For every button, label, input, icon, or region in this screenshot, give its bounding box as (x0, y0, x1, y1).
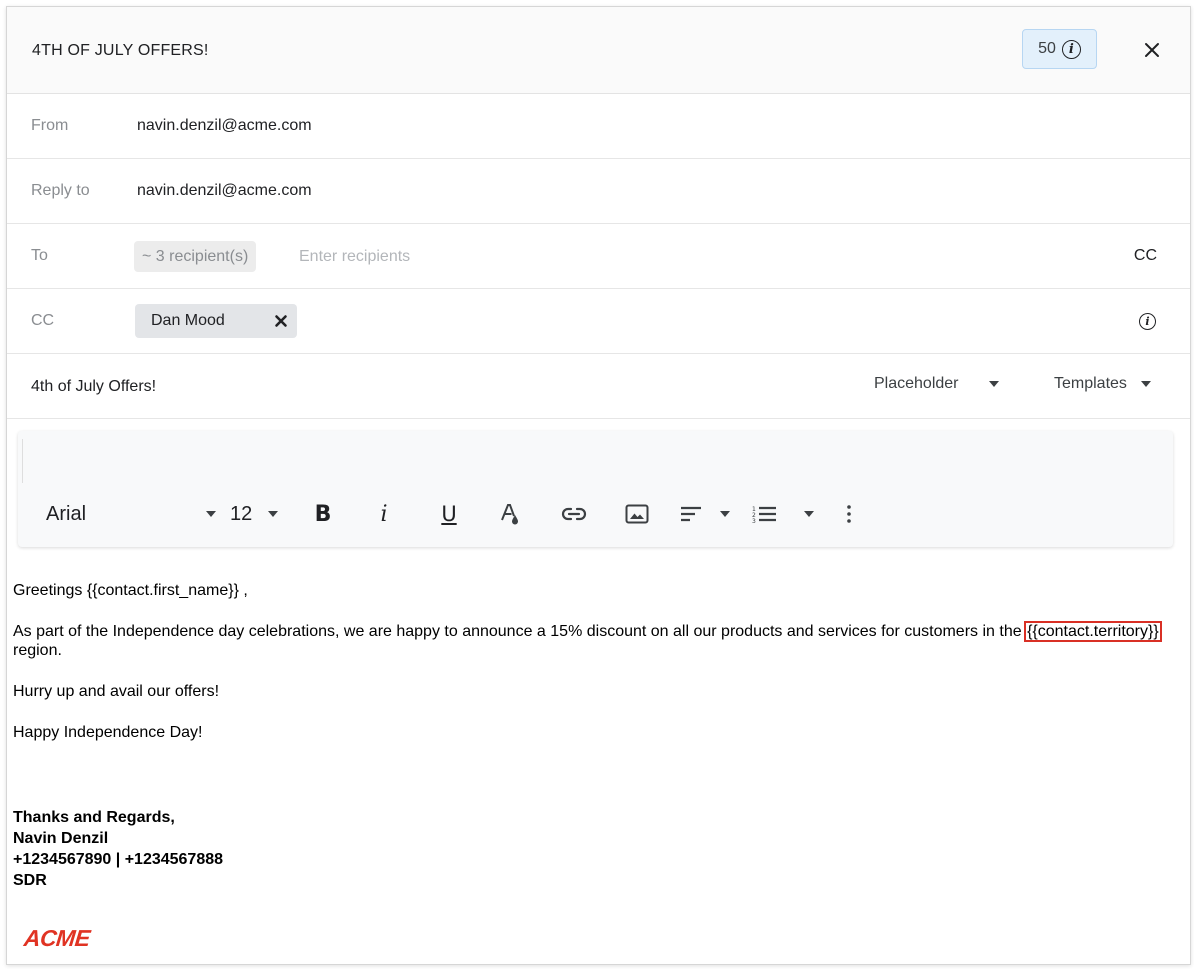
align-left-icon (681, 506, 701, 522)
body-paragraph: Happy Independence Day! (13, 724, 203, 741)
signature-name: Navin Denzil (13, 830, 109, 847)
email-body[interactable]: Greetings {{contact.first_name}} , As pa… (13, 581, 1173, 891)
close-button[interactable] (1139, 37, 1165, 63)
body-text: region. (13, 642, 62, 659)
toolbar-divider (22, 439, 23, 483)
chevron-down-icon (268, 511, 278, 517)
svg-text:3: 3 (752, 518, 756, 524)
numbered-list-icon: 1 2 3 (752, 506, 776, 524)
reply-to-label: Reply to (31, 182, 90, 199)
subject-row: 4th of July Offers! Placeholder Template… (7, 354, 1190, 419)
signature-line: Thanks and Regards, (13, 809, 175, 826)
more-vertical-icon (847, 505, 851, 523)
text-color-button[interactable] (498, 497, 522, 531)
chevron-down-icon (1140, 381, 1151, 387)
chevron-down-icon (988, 381, 999, 387)
underline-button[interactable]: U (436, 497, 462, 531)
text-color-icon (501, 504, 518, 525)
italic-button[interactable]: i (372, 497, 396, 531)
recipients-chip[interactable]: ~ 3 recipient(s) (134, 241, 257, 272)
font-size-value: 12 (230, 502, 253, 525)
chevron-down-icon (804, 511, 814, 517)
subject-input[interactable]: 4th of July Offers! (31, 354, 156, 418)
info-icon: i (1061, 39, 1081, 59)
align-dropdown[interactable] (680, 497, 730, 531)
cc-chip[interactable]: Dan Mood (135, 304, 297, 338)
body-paragraph: As part of the Independence day celebrat… (13, 621, 1173, 660)
cc-toggle-link[interactable]: CC (1134, 224, 1157, 288)
greeting-line: Greetings {{contact.first_name}} , (13, 582, 248, 599)
more-options-button[interactable] (844, 497, 854, 531)
to-row: To ~ 3 recipient(s) CC (7, 224, 1190, 289)
body-paragraph: Hurry up and avail our offers! (13, 683, 220, 700)
font-size-select[interactable]: 12 (230, 497, 278, 531)
templates-dropdown[interactable]: Templates (1054, 354, 1151, 414)
reply-to-value[interactable]: navin.denzil@acme.com (137, 159, 312, 223)
bold-button[interactable]: B (310, 497, 336, 531)
link-icon (561, 507, 587, 521)
editor-toolbar: Arial 12 B i U 1 2 3 (18, 431, 1173, 547)
image-icon (625, 504, 649, 524)
count-badge[interactable]: 50 i (1022, 29, 1097, 69)
signature-phone: +1234567890 | +1234567888 (13, 851, 224, 868)
signature-block: Thanks and Regards, Navin Denzil +123456… (13, 807, 1173, 891)
from-value[interactable]: navin.denzil@acme.com (137, 94, 312, 158)
signature-title: SDR (13, 872, 47, 889)
chevron-down-icon (206, 511, 216, 517)
font-family-value: Arial (46, 502, 87, 525)
compose-dialog: 4TH OF JULY OFFERS! 50 i From navin.denz… (6, 6, 1191, 965)
from-row: From navin.denzil@acme.com (7, 94, 1190, 159)
numbered-list-button[interactable]: 1 2 3 (749, 497, 779, 531)
to-label: To (31, 247, 48, 264)
list-style-dropdown[interactable] (802, 497, 816, 531)
insert-image-button[interactable] (623, 497, 651, 531)
cc-row: CC Dan Mood i (7, 289, 1190, 354)
count-value: 50 (1038, 40, 1056, 57)
cc-chip-name: Dan Mood (151, 312, 225, 329)
dialog-header: 4TH OF JULY OFFERS! 50 i (7, 7, 1190, 94)
font-family-select[interactable]: Arial (46, 497, 216, 531)
templates-dropdown-label: Templates (1054, 375, 1127, 392)
insert-link-button[interactable] (560, 497, 588, 531)
remove-chip-icon[interactable] (273, 313, 289, 329)
chevron-down-icon (720, 511, 730, 517)
from-label: From (31, 117, 69, 134)
body-text: As part of the Independence day celebrat… (13, 623, 1027, 640)
placeholder-dropdown-label: Placeholder (874, 375, 959, 392)
acme-logo: ACME (22, 925, 92, 951)
placeholder-dropdown[interactable]: Placeholder (874, 354, 999, 414)
close-icon (1145, 43, 1159, 57)
territory-placeholder-token[interactable]: {{contact.territory}} (1024, 621, 1162, 642)
info-icon: i (1139, 313, 1156, 330)
cc-info-button[interactable]: i (1139, 312, 1156, 330)
cc-label: CC (31, 312, 55, 329)
dialog-title: 4TH OF JULY OFFERS! (32, 42, 209, 59)
reply-to-row: Reply to navin.denzil@acme.com (7, 159, 1190, 224)
recipients-input[interactable] (297, 240, 901, 274)
